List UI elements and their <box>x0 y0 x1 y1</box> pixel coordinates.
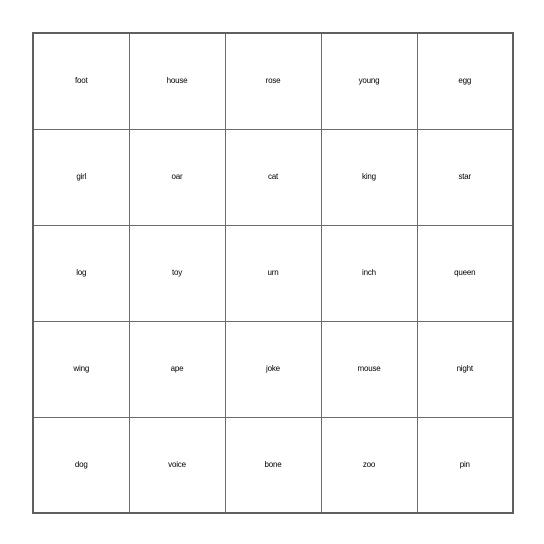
bingo-cell[interactable]: cat <box>224 128 322 226</box>
bingo-cell-word: inch <box>362 268 376 277</box>
bingo-cell-word: king <box>362 172 376 181</box>
bingo-cell-word: mouse <box>357 364 381 373</box>
bingo-row: foot house rose young egg <box>32 32 514 130</box>
bingo-row: girl oar cat king star <box>32 128 514 226</box>
bingo-cell-word: cat <box>267 172 279 181</box>
bingo-cell[interactable]: young <box>320 32 418 130</box>
bingo-row: log toy urn inch queen <box>32 224 514 322</box>
bingo-cell[interactable]: joke <box>224 320 322 418</box>
bingo-cell-word: night <box>456 364 474 373</box>
bingo-cell-word: oar <box>171 172 183 181</box>
bingo-cell[interactable]: pin <box>416 416 514 514</box>
bingo-cell-word: star <box>458 172 472 181</box>
bingo-cell[interactable]: king <box>320 128 418 226</box>
bingo-cell[interactable]: foot <box>32 32 130 130</box>
bingo-cell[interactable]: log <box>32 224 130 322</box>
bingo-cell-word: house <box>166 76 188 86</box>
bingo-cell-word: urn <box>267 268 279 277</box>
bingo-cell-word: voice <box>168 459 186 469</box>
bingo-card-body: foot house rose young egg girl oar cat king star l… <box>32 32 514 514</box>
bingo-cell-word: log <box>76 268 87 277</box>
bingo-cell[interactable]: zoo <box>320 416 418 514</box>
bingo-row: dog voice bone zoo pin <box>32 416 514 514</box>
bingo-cell[interactable]: voice <box>128 416 226 514</box>
bingo-cell[interactable]: ape <box>128 320 226 418</box>
bingo-cell-word: foot <box>74 76 88 86</box>
bingo-cell-word: zoo <box>362 459 376 469</box>
bingo-cell[interactable]: wing <box>32 320 130 418</box>
bingo-cell[interactable]: queen <box>416 224 514 322</box>
bingo-cell[interactable]: inch <box>320 224 418 322</box>
bingo-cell[interactable]: urn <box>224 224 322 322</box>
bingo-cell-word: egg <box>458 76 472 86</box>
bingo-cell[interactable]: oar <box>128 128 226 226</box>
bingo-cell[interactable]: night <box>416 320 514 418</box>
bingo-row: wing ape joke mouse night <box>32 320 514 418</box>
bingo-cell[interactable]: girl <box>32 128 130 226</box>
bingo-cell[interactable]: bone <box>224 416 322 514</box>
bingo-cell-word: queen <box>454 268 476 277</box>
bingo-cell-word: rose <box>265 76 281 86</box>
bingo-cell[interactable]: mouse <box>320 320 418 418</box>
bingo-cell[interactable]: rose <box>224 32 322 130</box>
bingo-cell-word: toy <box>171 268 183 277</box>
bingo-cell-word: pin <box>459 459 470 469</box>
bingo-card-grid: foot house rose young egg girl oar cat king star l… <box>32 32 514 514</box>
bingo-cell-word: girl <box>76 172 87 181</box>
bingo-card-canvas: foot house rose young egg girl oar cat king star l… <box>0 0 544 544</box>
bingo-cell-word: joke <box>266 364 280 373</box>
bingo-cell[interactable]: star <box>416 128 514 226</box>
bingo-cell-word: bone <box>264 459 282 469</box>
bingo-cell-word: ape <box>170 364 184 373</box>
bingo-cell[interactable]: house <box>128 32 226 130</box>
bingo-cell[interactable]: dog <box>32 416 130 514</box>
bingo-cell-word: young <box>358 76 380 86</box>
bingo-cell-word: wing <box>73 364 90 373</box>
bingo-cell-word: dog <box>74 459 88 469</box>
bingo-cell[interactable]: toy <box>128 224 226 322</box>
bingo-cell[interactable]: egg <box>416 32 514 130</box>
